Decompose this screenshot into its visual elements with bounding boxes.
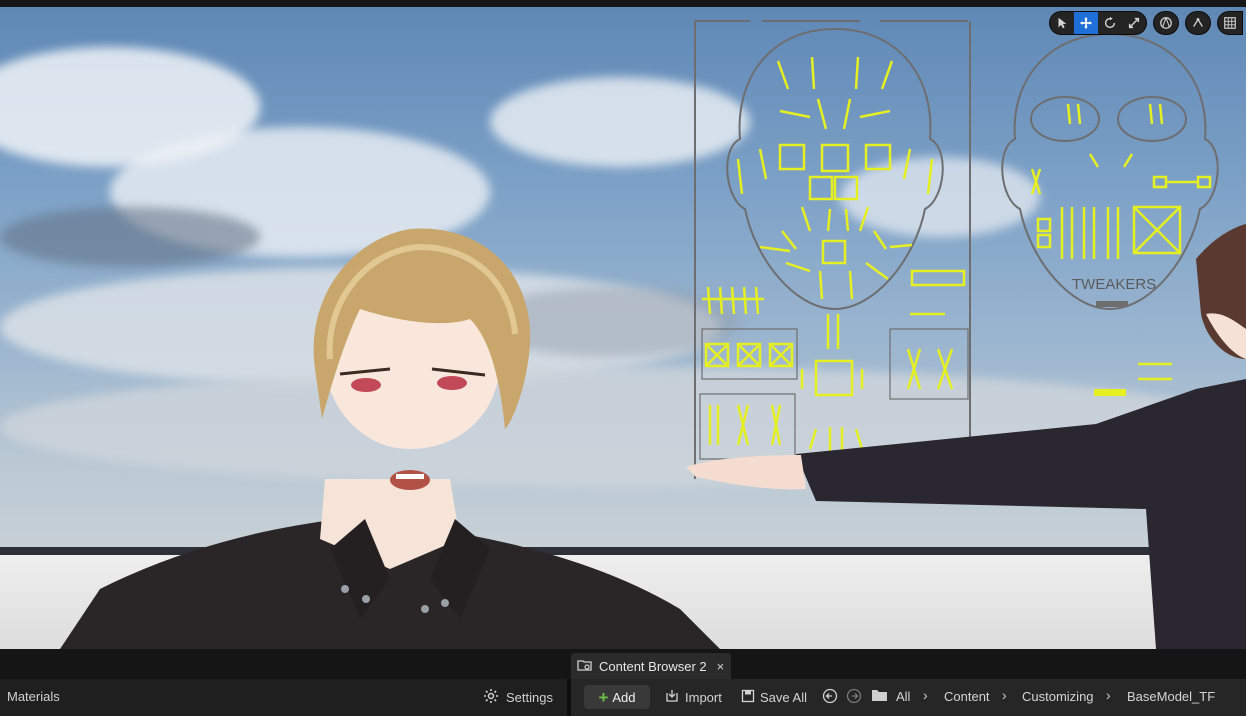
breadcrumb-separator[interactable]: › <box>1106 687 1111 703</box>
select-icon[interactable] <box>1050 12 1074 34</box>
tab-label: Content Browser 2 <box>599 658 707 674</box>
gear-icon <box>483 688 499 707</box>
close-icon[interactable]: × <box>717 659 725 674</box>
history-back-icon[interactable] <box>822 688 838 704</box>
settings-label: Settings <box>506 690 553 705</box>
viewport-toolbar <box>1049 11 1243 35</box>
breadcrumb-content[interactable]: Content <box>944 689 990 704</box>
character-model-front[interactable] <box>60 219 780 649</box>
rotate-icon[interactable] <box>1098 12 1122 34</box>
save-all-button[interactable]: Save All <box>741 689 807 706</box>
plus-icon: + <box>598 687 609 707</box>
add-button[interactable]: + Add <box>584 685 650 709</box>
level-viewport[interactable]: TWEAKERS <box>0 7 1246 649</box>
breadcrumb-basemodel-tf[interactable]: BaseModel_TF <box>1127 689 1215 704</box>
grid-snap-icon[interactable] <box>1217 11 1243 35</box>
import-button[interactable]: Import <box>665 689 722 706</box>
window-top-strip <box>0 0 1246 7</box>
transform-tools <box>1049 11 1147 35</box>
materials-panel-header: Materials Settings <box>0 679 567 716</box>
content-browser-tab-row: Content Browser 2 × <box>0 649 1246 679</box>
content-browser-toolbar: + Add Import Save All All › Content › Cu… <box>571 679 1246 716</box>
content-browser-icon <box>577 658 593 675</box>
add-label: Add <box>612 689 636 705</box>
save-all-label: Save All <box>760 690 807 705</box>
breadcrumb-customizing[interactable]: Customizing <box>1022 689 1094 704</box>
import-label: Import <box>685 690 722 705</box>
tab-content-browser-2[interactable]: Content Browser 2 × <box>571 653 731 679</box>
translate-icon[interactable] <box>1074 12 1098 34</box>
surface-snapping-icon[interactable] <box>1185 11 1211 35</box>
history-forward-icon[interactable] <box>846 688 862 704</box>
save-icon <box>741 689 755 706</box>
character-model-pointing[interactable] <box>676 219 1246 649</box>
settings-button[interactable]: Settings <box>483 688 553 707</box>
breadcrumb-separator[interactable]: › <box>1002 687 1007 703</box>
import-icon <box>665 689 680 706</box>
folder-icon[interactable] <box>871 688 888 703</box>
breadcrumb-separator[interactable]: › <box>923 687 928 703</box>
breadcrumb-all[interactable]: All <box>896 689 910 704</box>
scale-icon[interactable] <box>1122 12 1146 34</box>
world-space-icon[interactable] <box>1153 11 1179 35</box>
panel-title: Materials <box>7 689 60 704</box>
